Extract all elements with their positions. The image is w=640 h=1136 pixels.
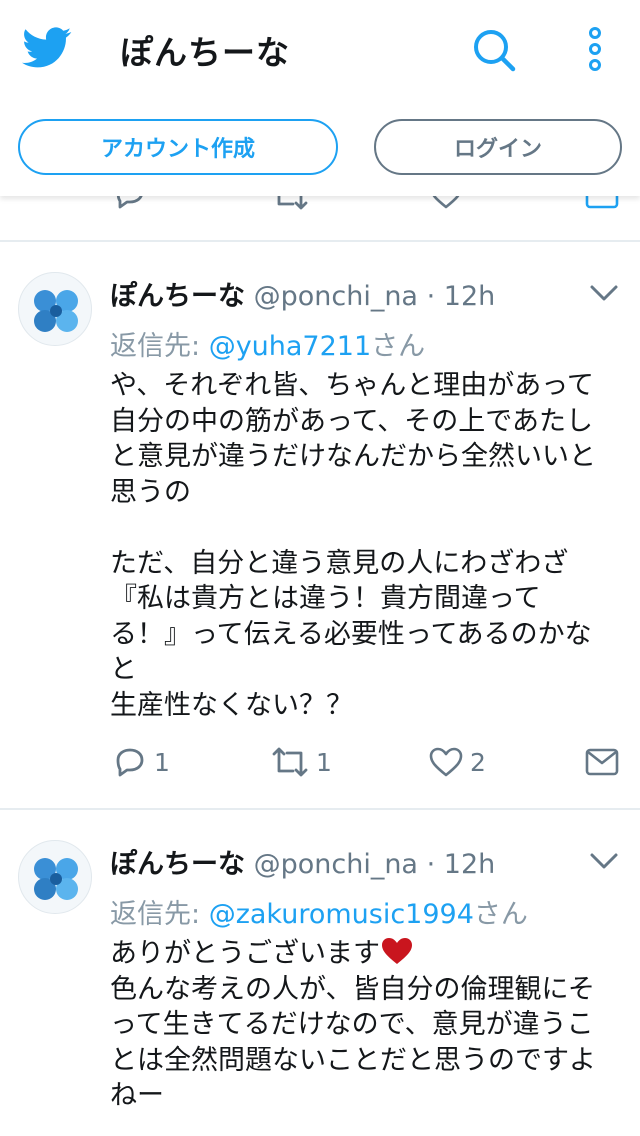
share-button[interactable] [584, 747, 620, 777]
divider [0, 808, 640, 810]
avatar[interactable] [18, 840, 92, 914]
avatar-image [34, 858, 78, 900]
retweet-count: 1 [316, 747, 332, 777]
reply-mention-link[interactable]: @yuha7211 [209, 331, 371, 362]
divider [0, 240, 640, 242]
reply-context: 返信先: @zakuromusic1994さん [110, 892, 528, 931]
signup-button[interactable]: アカウント作成 [18, 119, 338, 175]
tweet-text: ありがとうございます 色んな考えの人が、皆自分の倫理観にそ って生きてるだけなの… [110, 936, 630, 1114]
reply-button[interactable]: 1 [112, 744, 170, 780]
reply-prefix: 返信先: [110, 899, 209, 930]
user-handle[interactable]: @ponchi_na [254, 849, 418, 880]
twitter-bird-icon[interactable] [22, 26, 72, 70]
timestamp[interactable]: 12h [444, 849, 495, 880]
timestamp[interactable]: 12h [444, 281, 495, 312]
reply-icon [116, 748, 144, 777]
tweet-actions: 1 1 2 [0, 744, 640, 788]
page-title: ぽんちーな [120, 33, 290, 72]
avatar-image [34, 290, 78, 332]
twitter-mobile-app: ぽんちーな アカウント作成 ログイン ぽんちーな @ponchi_na · 12… [0, 0, 640, 1136]
chevron-down-icon[interactable] [588, 850, 620, 872]
tweet-text-line: ありがとうございます [110, 938, 380, 969]
separator: · [426, 849, 436, 880]
login-button[interactable]: ログイン [374, 119, 622, 175]
like-count: 2 [470, 747, 486, 777]
retweet-icon [272, 747, 308, 777]
mail-icon [585, 748, 619, 776]
tweet-text: や、それぞれ皆、ちゃんと理由があって 自分の中の筋があって、その上であたし と意… [110, 370, 596, 721]
reply-count: 1 [154, 747, 170, 777]
tweet[interactable]: ぽんちーな @ponchi_na · 12h 返信先: @zakuromusic… [0, 840, 640, 1136]
chevron-down-icon[interactable] [588, 282, 620, 304]
top-header: ぽんちーな アカウント作成 ログイン [0, 0, 640, 196]
avatar[interactable] [18, 272, 92, 346]
tweet[interactable]: ぽんちーな @ponchi_na · 12h 返信先: @yuha7211さん … [0, 272, 640, 808]
like-button[interactable]: 2 [428, 746, 486, 778]
reply-prefix: 返信先: [110, 331, 209, 362]
red-heart-emoji-icon [382, 938, 412, 964]
user-handle[interactable]: @ponchi_na [254, 281, 418, 312]
reply-suffix: さん [473, 899, 528, 930]
user-name[interactable]: ぽんちーな [110, 849, 245, 880]
retweet-button[interactable]: 1 [270, 745, 332, 779]
like-icon [429, 747, 463, 777]
tweet-text-rest: 色んな考えの人が、皆自分の倫理観にそ って生きてるだけなので、意見が違うこ とは… [110, 973, 596, 1112]
reply-suffix: さん [371, 331, 426, 362]
tweet-header: ぽんちーな @ponchi_na · 12h [110, 274, 495, 313]
reply-context: 返信先: @yuha7211さん [110, 324, 425, 363]
search-icon[interactable] [468, 24, 520, 76]
separator: · [426, 281, 436, 312]
user-name[interactable]: ぽんちーな [110, 281, 245, 312]
more-vertical-icon[interactable] [580, 24, 610, 74]
tweet-header: ぽんちーな @ponchi_na · 12h [110, 842, 495, 881]
reply-mention-link[interactable]: @zakuromusic1994 [209, 899, 474, 930]
